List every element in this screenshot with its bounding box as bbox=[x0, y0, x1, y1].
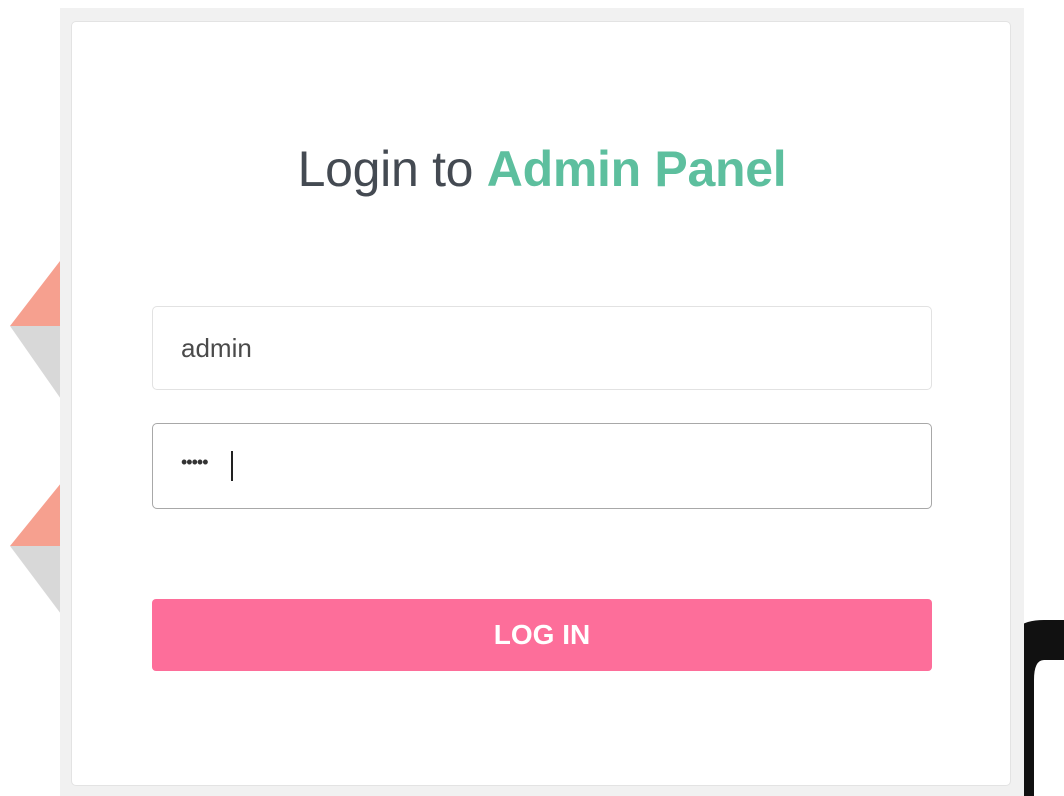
password-input[interactable]: ••••• bbox=[152, 423, 932, 509]
title-accent: Admin Panel bbox=[486, 141, 787, 197]
page: Login to Admin Panel ••••• LOG IN bbox=[0, 0, 1064, 796]
login-title: Login to Admin Panel bbox=[72, 140, 1012, 198]
title-prefix: Login to bbox=[297, 141, 474, 197]
login-button[interactable]: LOG IN bbox=[152, 599, 932, 671]
login-card: Login to Admin Panel ••••• LOG IN bbox=[71, 21, 1011, 786]
username-input[interactable] bbox=[152, 306, 932, 390]
text-caret bbox=[231, 451, 233, 481]
password-mask: ••••• bbox=[181, 452, 208, 472]
